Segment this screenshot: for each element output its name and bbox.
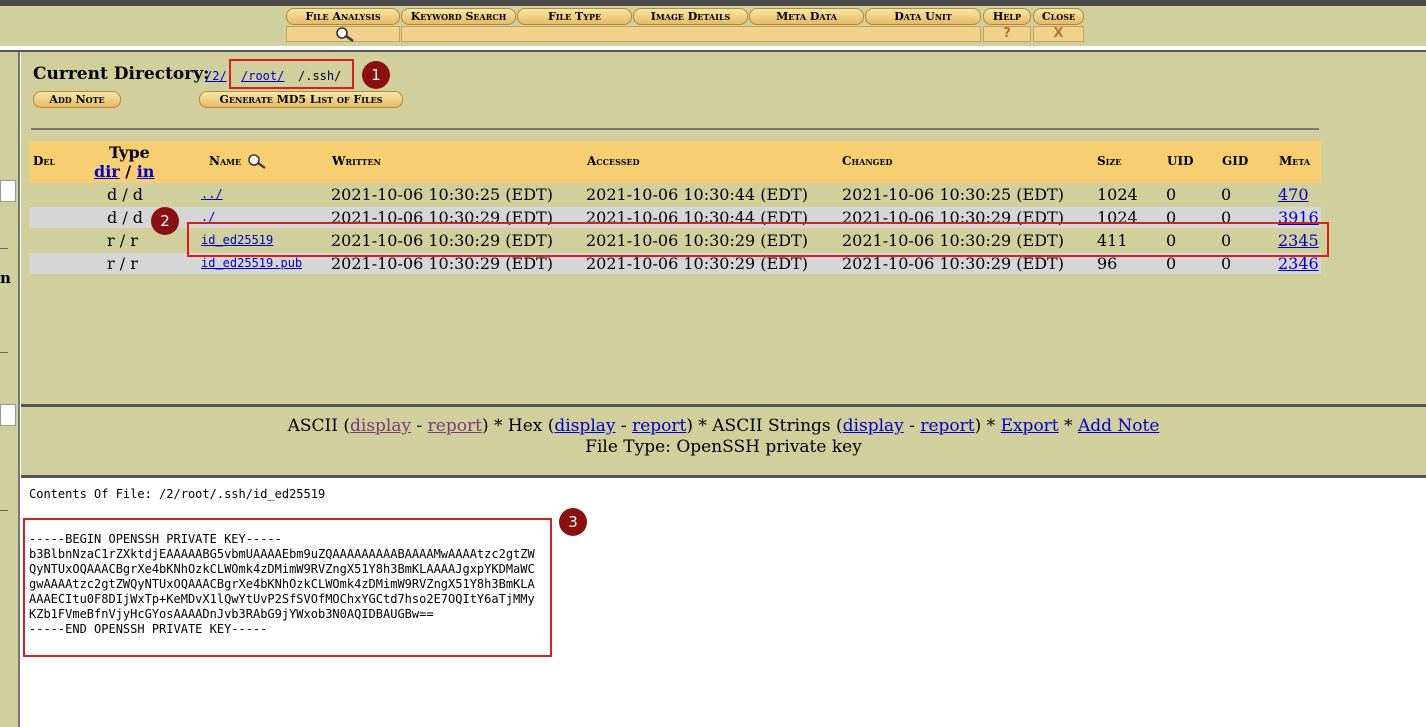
file-content-header: Contents Of File: /2/root/.ssh/id_ed2551…: [29, 487, 326, 501]
left-frame-tick: [0, 248, 8, 249]
viewer-options: ASCII (display - report) * Hex (display …: [21, 416, 1426, 436]
row-size: 1024: [1097, 185, 1138, 204]
ascii-label: ASCII (: [287, 416, 350, 436]
col-type-dir-link[interactable]: dir: [94, 162, 120, 181]
separator: -: [903, 416, 921, 436]
row-uid: 0: [1166, 185, 1177, 204]
tab-meta-data[interactable]: Meta Data: [749, 8, 864, 25]
tab-data-unit[interactable]: Data Unit: [865, 8, 981, 25]
col-type-in-link[interactable]: in: [137, 162, 155, 181]
toolbar-subbar: [401, 26, 981, 42]
file-type-text: File Type: OpenSSH private key: [585, 437, 862, 457]
row-accessed: 2021-10-06 10:30:44 (EDT): [586, 185, 808, 204]
col-gid: GID: [1222, 154, 1249, 168]
separator: -: [411, 416, 428, 436]
col-del: Del: [33, 154, 56, 168]
tab-file-type[interactable]: File Type: [517, 8, 632, 25]
hex-display-link[interactable]: display: [554, 416, 615, 436]
row-gid: 0: [1221, 185, 1232, 204]
row-type: r / r: [107, 254, 138, 273]
listing-divider: [31, 128, 1319, 130]
col-size: Size: [1097, 154, 1122, 168]
tab-image-details[interactable]: Image Details: [633, 8, 748, 25]
left-frame-clipped-text: n: [0, 269, 11, 287]
left-frame-tick: [0, 352, 8, 353]
export-link[interactable]: Export: [1001, 416, 1059, 436]
annotation-badge-1: 1: [362, 61, 390, 89]
ascii-report-link[interactable]: report: [428, 416, 482, 436]
row-changed: 2021-10-06 10:30:25 (EDT): [842, 185, 1064, 204]
hex-report-link[interactable]: report: [632, 416, 686, 436]
left-frame-tick: [0, 510, 8, 511]
generate-md5-button[interactable]: Generate MD5 List of Files: [199, 91, 403, 108]
add-note-link[interactable]: Add Note: [1078, 416, 1159, 436]
row-meta-link[interactable]: 470: [1278, 185, 1309, 204]
help-question-icon[interactable]: ?: [983, 26, 1031, 42]
table-row: d / d ../ 2021-10-06 10:30:25 (EDT) 2021…: [29, 184, 1321, 205]
left-frame-input[interactable]: [0, 180, 16, 202]
current-directory: Current Directory:: [33, 64, 209, 84]
separator: *: [1058, 416, 1078, 436]
path-link-root-image[interactable]: /2/: [205, 69, 227, 83]
col-meta: Meta: [1279, 154, 1311, 168]
annotation-badge-3: 3: [559, 508, 587, 536]
tab-file-analysis[interactable]: File Analysis: [286, 8, 400, 25]
separator: -: [615, 416, 633, 436]
col-name[interactable]: Name: [209, 154, 241, 168]
row-name-link[interactable]: id_ed25519.pub: [201, 256, 302, 270]
close-x-icon[interactable]: X: [1033, 26, 1084, 42]
annotation-badge-2: 2: [151, 207, 179, 235]
row-name-link[interactable]: ../: [201, 187, 223, 201]
tab-close[interactable]: Close: [1033, 8, 1084, 25]
tab-keyword-search[interactable]: Keyword Search: [401, 8, 516, 25]
highlight-box-content: [23, 518, 552, 657]
separator: ) *: [974, 416, 1001, 436]
magnifier-icon: [336, 27, 354, 42]
col-uid: UID: [1167, 154, 1194, 168]
ascii-display-link[interactable]: display: [350, 416, 411, 436]
row-written: 2021-10-06 10:30:25 (EDT): [331, 185, 553, 204]
col-type-separator: /: [125, 162, 132, 181]
col-accessed[interactable]: Accessed: [587, 154, 640, 168]
row-type: d / d: [107, 185, 144, 204]
highlight-box-row: [187, 222, 1329, 257]
hex-label: ) * Hex (: [481, 416, 555, 436]
name-search-icon[interactable]: [246, 153, 268, 169]
top-toolbar: File Analysis Keyword Search File Type I…: [0, 6, 1426, 46]
col-written[interactable]: Written: [332, 154, 381, 168]
col-changed[interactable]: Changed: [842, 154, 893, 168]
strings-report-link[interactable]: report: [920, 416, 974, 436]
left-frame: n: [0, 52, 18, 727]
left-frame-input[interactable]: [0, 404, 16, 426]
left-frame-divider: [18, 52, 20, 727]
table-header: Del Type dir / in Name Written Accessed …: [29, 141, 1321, 183]
add-note-button[interactable]: Add Note: [33, 91, 121, 108]
tab-help[interactable]: Help: [983, 8, 1031, 25]
col-type: Type: [109, 143, 150, 162]
row-type: r / r: [107, 231, 138, 250]
strings-label: ) * ASCII Strings (: [686, 416, 843, 436]
current-directory-label: Current Directory:: [33, 64, 210, 84]
strings-display-link[interactable]: display: [843, 416, 904, 436]
highlight-box-path: [229, 59, 354, 89]
row-type: d / d: [107, 208, 144, 227]
